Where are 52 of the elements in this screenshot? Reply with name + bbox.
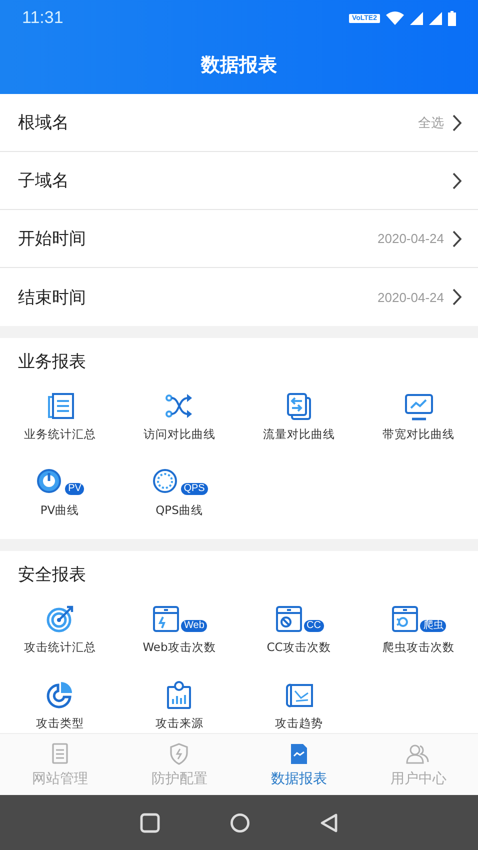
report-label[interactable]: CC攻击次数 xyxy=(266,640,331,655)
recent-apps-icon[interactable] xyxy=(140,812,160,832)
filter-label: 开始时间 xyxy=(18,228,87,250)
icon-badge: Web xyxy=(181,620,208,632)
report-label[interactable]: 流量对比曲线 xyxy=(262,427,335,442)
filter-value: 全选 xyxy=(418,114,444,132)
filter-row[interactable]: 根域名 全选 xyxy=(0,94,478,152)
chevron-right-icon xyxy=(452,288,462,306)
browser-window-icon[interactable] xyxy=(390,604,420,634)
icon-badge: CC xyxy=(304,620,324,632)
report-label[interactable]: 爬虫攻击次数 xyxy=(382,640,454,655)
pie-chart-icon[interactable] xyxy=(44,680,75,710)
filter-row[interactable]: 结束时间 2020-04-24 xyxy=(0,268,478,326)
chevron-right-icon xyxy=(452,114,462,132)
wifi-icon xyxy=(386,11,404,25)
report-label[interactable]: PV曲线 xyxy=(40,503,80,518)
tab-bar-item[interactable]: 数据报表 xyxy=(239,734,358,795)
filter-value: 2020-04-24 xyxy=(378,231,444,246)
signal-icon xyxy=(410,12,423,24)
section-title: 安全报表 xyxy=(17,564,87,587)
report-label[interactable]: 攻击统计汇总 xyxy=(24,640,96,655)
status-time: 11:31 xyxy=(22,8,64,28)
filter-row[interactable]: 子域名 xyxy=(0,152,478,210)
report-label[interactable]: 攻击趋势 xyxy=(274,716,323,731)
home-icon[interactable] xyxy=(230,812,250,832)
signal-icon xyxy=(429,12,442,24)
filter-row[interactable]: 开始时间 2020-04-24 xyxy=(0,210,478,268)
page-title: 数据报表 xyxy=(201,53,277,78)
browser-window-icon[interactable] xyxy=(274,604,304,634)
browser-window-icon[interactable] xyxy=(151,604,182,634)
battery-icon xyxy=(448,10,456,26)
filter-value: 2020-04-24 xyxy=(378,290,444,304)
filter-label: 子域名 xyxy=(18,170,70,192)
icon-badge: PV xyxy=(65,483,84,495)
icon-badge: 爬虫 xyxy=(420,620,446,632)
report-label[interactable]: Web攻击次数 xyxy=(142,640,216,655)
chevron-right-icon xyxy=(452,230,462,248)
target-icon[interactable] xyxy=(44,604,75,634)
filter-label: 结束时间 xyxy=(18,286,87,308)
filter-label: 根域名 xyxy=(18,112,70,134)
report-label[interactable]: 带宽对比曲线 xyxy=(382,427,454,442)
report-label[interactable]: 攻击类型 xyxy=(36,716,84,731)
report-label[interactable]: 访问对比曲线 xyxy=(143,427,216,442)
section-title: 业务报表 xyxy=(17,351,87,374)
report-label[interactable]: 攻击来源 xyxy=(155,716,204,731)
back-icon[interactable] xyxy=(320,812,338,832)
icon-badge: QPS xyxy=(180,483,208,495)
report-label[interactable]: 业务统计汇总 xyxy=(24,427,96,442)
monitor-chart-icon[interactable] xyxy=(403,391,434,421)
report-label[interactable]: QPS曲线 xyxy=(156,503,203,518)
chevron-right-icon xyxy=(452,172,462,190)
shuffle-icon[interactable] xyxy=(164,391,194,421)
